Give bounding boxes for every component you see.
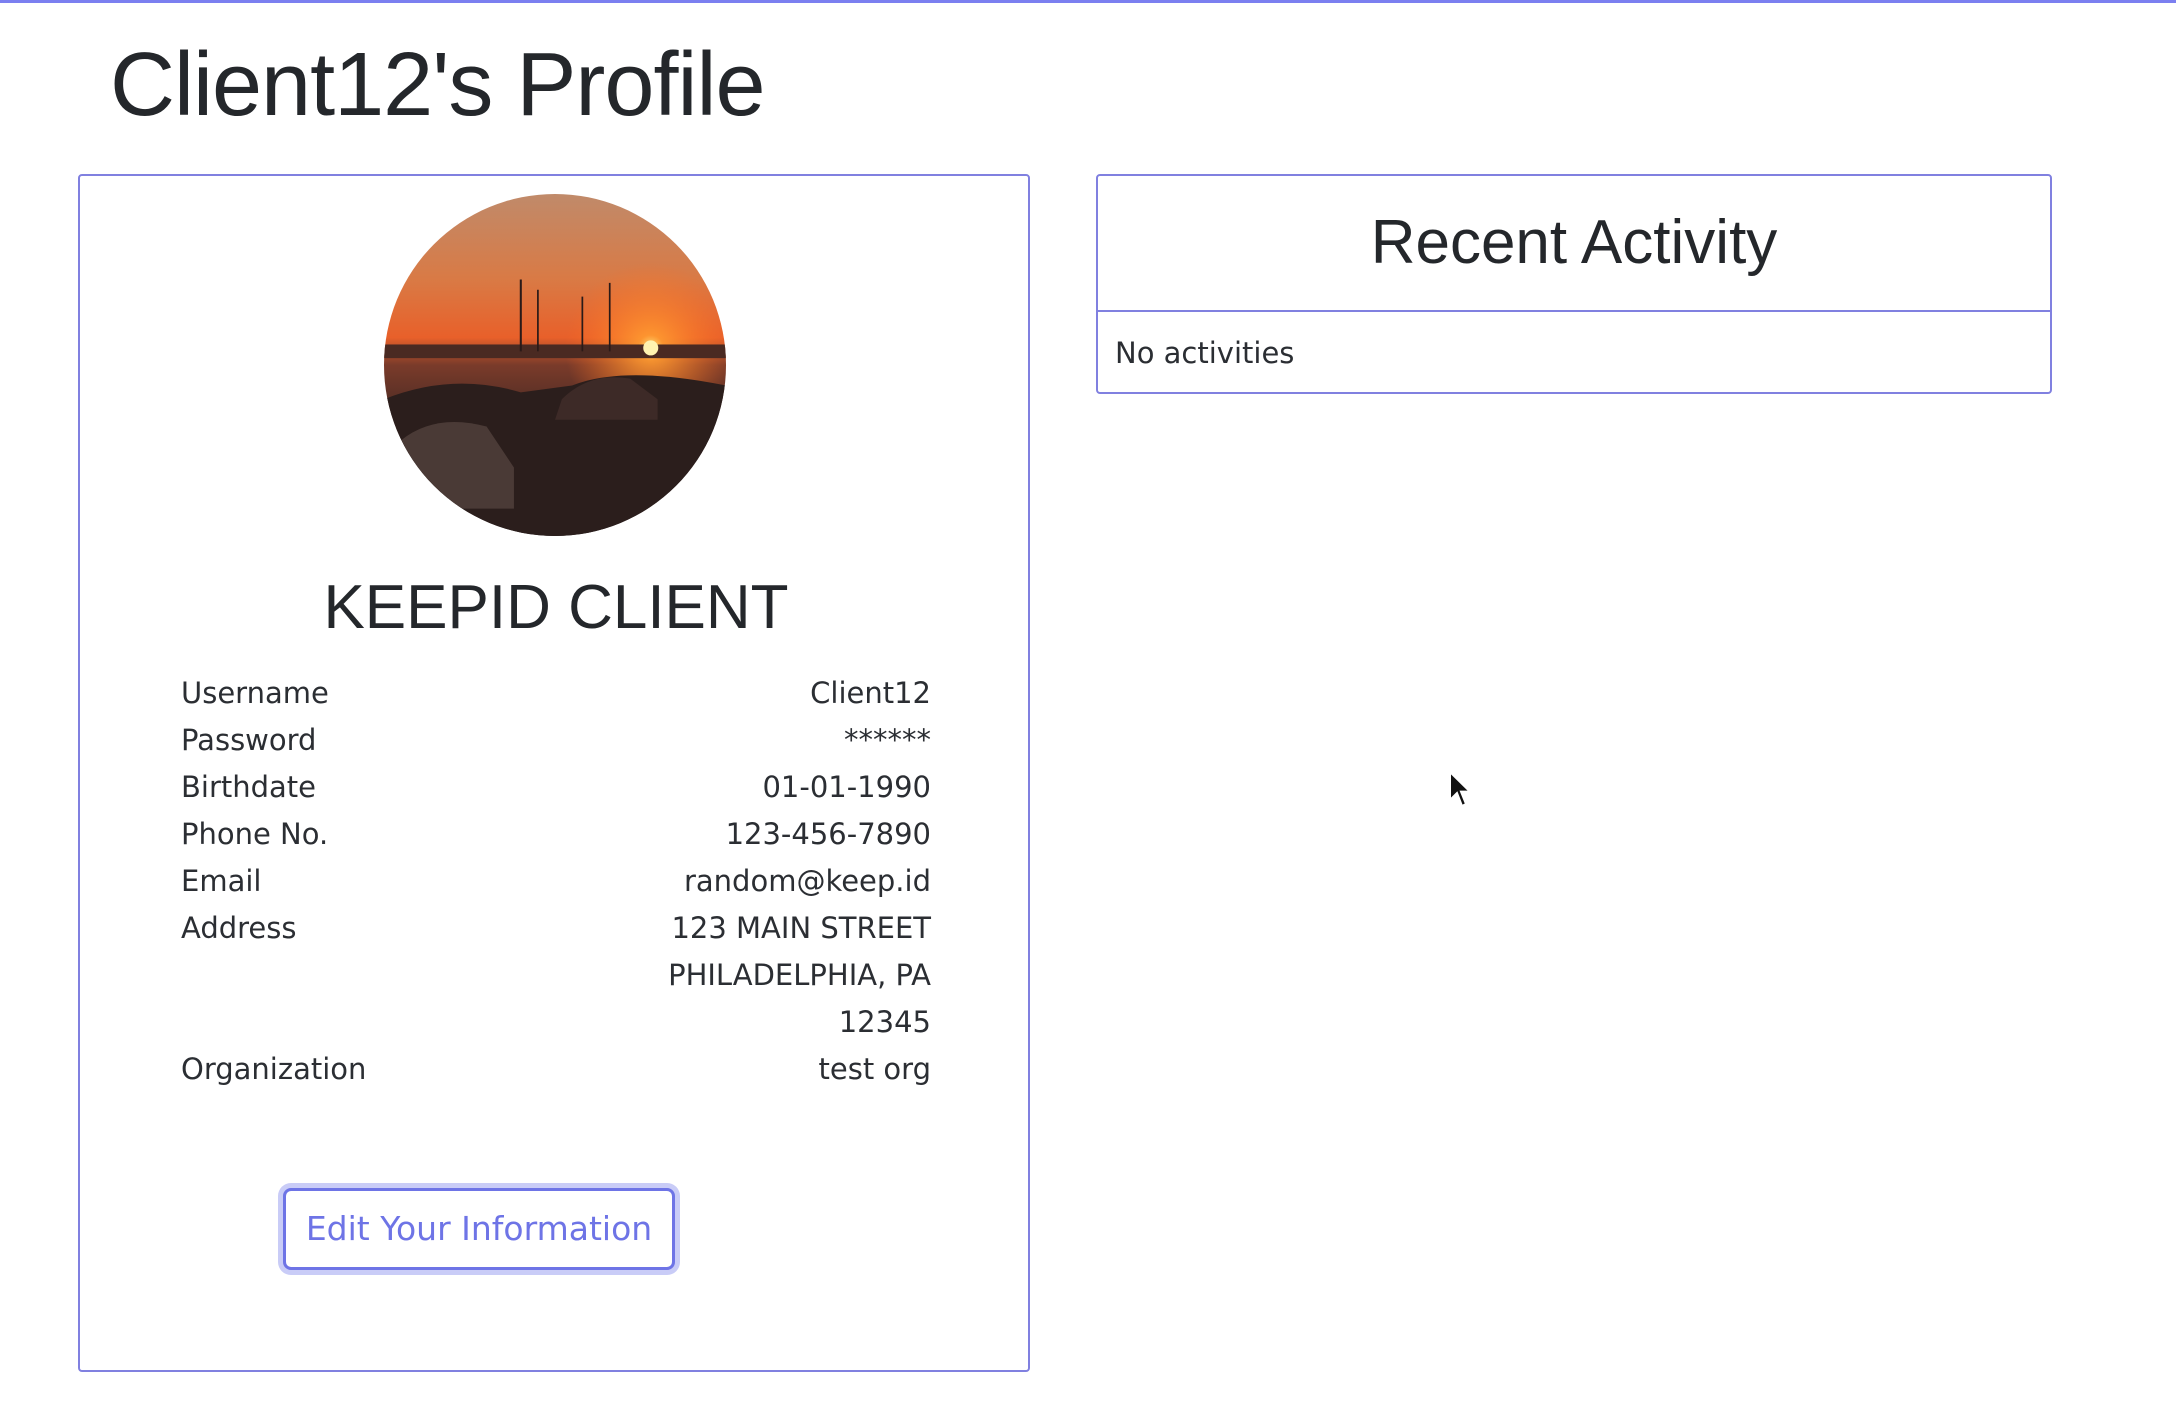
info-row-organization: Organization test org (181, 1046, 931, 1093)
recent-activity-card: Recent Activity No activities (1096, 174, 2052, 394)
username-value: Client12 (810, 676, 931, 710)
info-row-phone: Phone No. 123-456-7890 (181, 811, 931, 858)
info-row-password: Password ****** (181, 717, 931, 764)
username-label: Username (181, 676, 329, 710)
edit-information-button[interactable]: Edit Your Information (283, 1188, 675, 1270)
page-title: Client12's Profile (110, 35, 765, 135)
phone-label: Phone No. (181, 817, 329, 851)
top-accent-bar (0, 0, 2176, 3)
mouse-cursor-icon (1449, 770, 1473, 808)
phone-value: 123-456-7890 (725, 817, 931, 851)
avatar (384, 194, 726, 536)
profile-photo-icon (384, 194, 726, 536)
info-row-address: Address 123 MAIN STREET PHILADELPHIA, PA… (181, 905, 931, 1046)
recent-activity-title: Recent Activity (1098, 176, 2050, 312)
birthdate-value: 01-01-1990 (762, 770, 931, 804)
email-value: random@keep.id (683, 864, 931, 898)
address-line-1: 123 MAIN STREET (671, 911, 931, 945)
info-row-birthdate: Birthdate 01-01-1990 (181, 764, 931, 811)
recent-activity-empty-text: No activities (1115, 336, 1295, 370)
password-label: Password (181, 723, 317, 757)
email-label: Email (181, 864, 262, 898)
profile-info-list: Username Client12 Password ****** Birthd… (181, 670, 931, 1093)
profile-card: KEEPID CLIENT Username Client12 Password… (78, 174, 1030, 1372)
organization-label: Organization (181, 1052, 367, 1086)
address-line-3: 12345 (838, 1005, 931, 1039)
password-value: ****** (844, 723, 931, 757)
address-label: Address (181, 911, 297, 945)
info-row-username: Username Client12 (181, 670, 931, 717)
organization-value: test org (818, 1052, 931, 1086)
birthdate-label: Birthdate (181, 770, 317, 804)
client-name: KEEPID CLIENT (323, 573, 789, 642)
info-row-email: Email random@keep.id (181, 858, 931, 905)
address-line-2: PHILADELPHIA, PA (668, 958, 931, 992)
address-value: 123 MAIN STREET PHILADELPHIA, PA 12345 (668, 905, 931, 1046)
